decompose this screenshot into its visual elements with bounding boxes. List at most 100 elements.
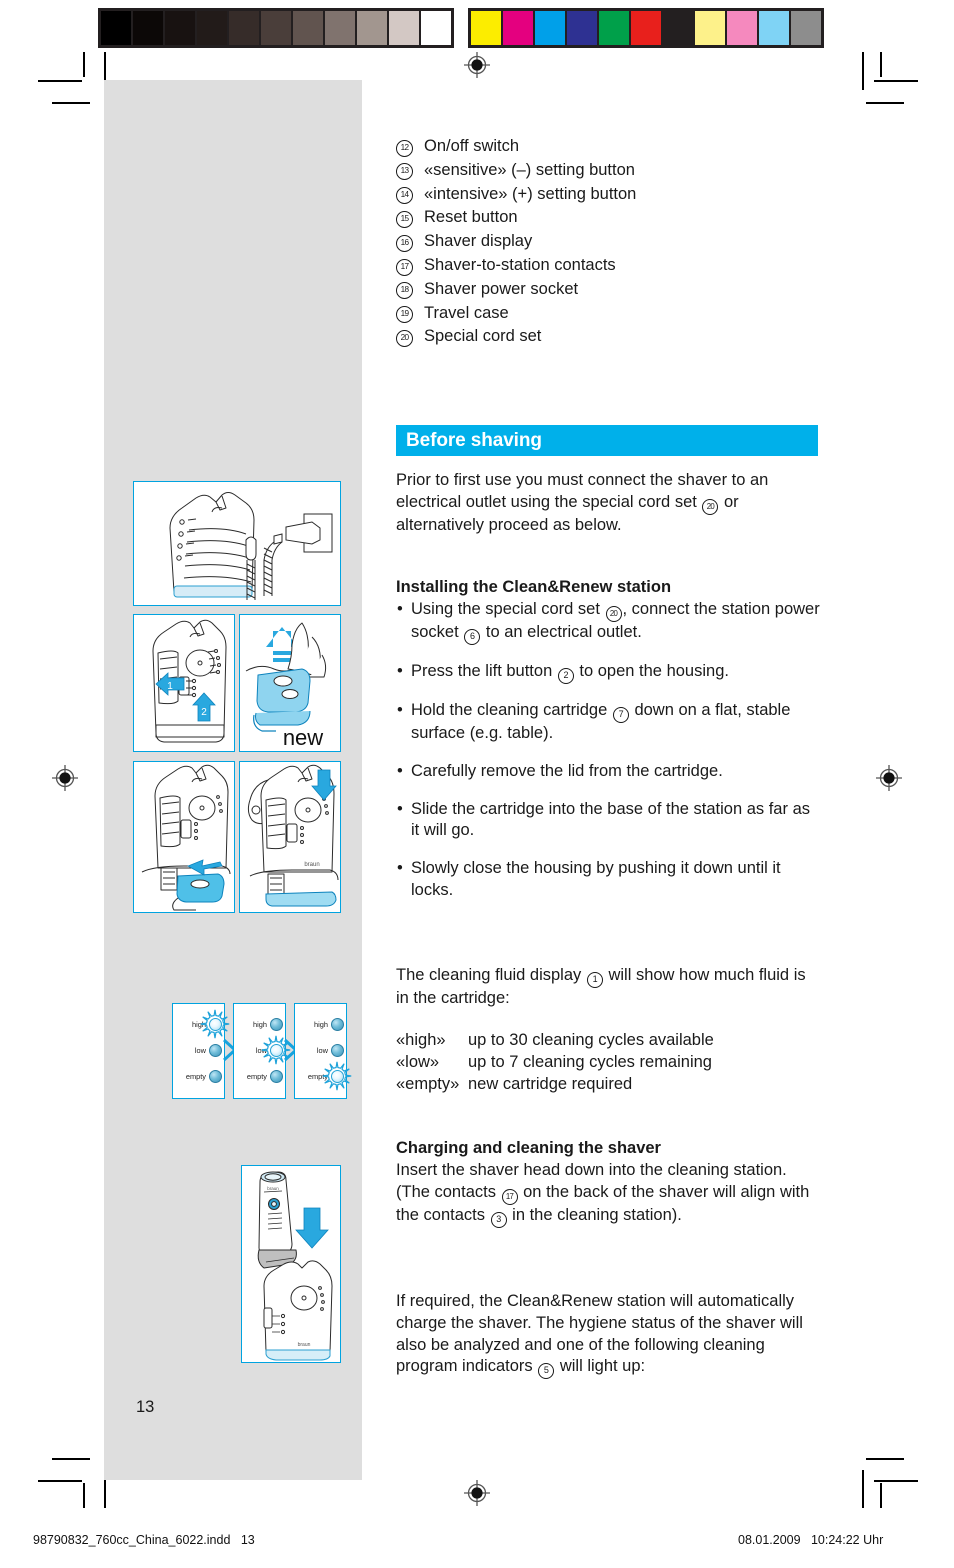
illustration-remove-lid: new <box>239 614 341 752</box>
footer-timestamp: 08.01.2009 10:24:22 Uhr <box>738 1533 884 1547</box>
ref-1-icon: 1 <box>586 972 603 988</box>
fluid-text-a: The cleaning fluid display <box>396 966 586 984</box>
fluid-level-value: new cartridge required <box>468 1074 633 1093</box>
part-label: Reset button <box>424 208 518 227</box>
ref-2-icon: 2 <box>557 668 574 684</box>
fluid-level-indicator-set: high low empty high low empty high low empty <box>172 1003 352 1099</box>
part-number-badge: 18 <box>396 281 424 303</box>
print-calibration-colorbar <box>98 8 858 48</box>
part-label: «intensive» (+) setting button <box>424 184 637 203</box>
cartridge-new-label: new <box>283 725 323 750</box>
crop-mark-bottom-left-v2 <box>83 1483 85 1508</box>
part-number-badge: 14 <box>396 186 424 208</box>
grayscale-patch-2 <box>165 11 195 45</box>
indicator-label-empty: empty <box>185 1072 206 1081</box>
part-number-badge: 12 <box>396 138 424 160</box>
insert-shaver-drawing: braun braun <box>257 1171 333 1361</box>
grayscale-patch-4 <box>229 11 259 45</box>
step-text: to open the housing. <box>574 662 729 680</box>
part-label: Travel case <box>424 303 509 322</box>
step-text: Carefully remove the lid from the cartri… <box>411 761 723 780</box>
grayscale-patch-5 <box>261 11 291 45</box>
circled-number-icon: 18 <box>396 282 413 300</box>
illustration-open-housing: 1 2 <box>133 614 235 752</box>
fluid-level-key: «empty» <box>396 1074 460 1093</box>
step-text: Hold the cleaning cartridge <box>411 701 612 719</box>
circled-number-icon: 12 <box>396 139 413 157</box>
crop-mark-top-left-v2 <box>83 52 85 77</box>
ref-5-icon: 5 <box>538 1363 555 1380</box>
ref-17-icon: 17 <box>501 1188 518 1205</box>
color-patch-1 <box>503 11 533 45</box>
registration-mark-bottom <box>464 1480 490 1506</box>
intro-paragraph: Prior to first use you must connect the … <box>396 470 820 537</box>
part-item-15: 15 Reset button <box>396 207 826 231</box>
part-item-14: 14 «intensive» (+) setting button <box>396 184 826 208</box>
install-step-5: Slide the cartridge into the base of the… <box>396 799 822 843</box>
led-glow-icon <box>322 1061 352 1091</box>
part-number-badge: 19 <box>396 305 424 327</box>
color-patch-9 <box>759 11 789 45</box>
manual-page: 1 2 new braun high low empty high low em… <box>104 80 864 1480</box>
indicator-led-high <box>270 1018 283 1031</box>
installing-heading: Installing the Clean&Renew station <box>396 578 672 596</box>
ref-3-icon: 3 <box>490 1211 507 1228</box>
brand-mark: braun <box>304 862 319 868</box>
part-label: Shaver display <box>424 232 533 251</box>
registration-mark-left <box>52 765 78 791</box>
part-label: On/off switch <box>424 137 520 155</box>
step-text: Press the lift button <box>411 662 557 680</box>
crop-mark-bottom-right-h2 <box>866 1458 904 1460</box>
color-patch-5 <box>631 11 661 45</box>
illustration-slide-cartridge <box>133 761 235 913</box>
circled-number-icon: 20 <box>396 329 413 347</box>
install-step-4: Carefully remove the lid from the cartri… <box>396 761 822 783</box>
charging-text-c: in the cleaning station). <box>507 1205 682 1224</box>
charging-paragraph-1: Insert the shaver head down into the cle… <box>396 1160 820 1228</box>
part-label: «sensitive» (–) setting button <box>424 160 635 179</box>
part-number-badge: 20 <box>396 328 424 350</box>
step-marker-2: 2 <box>201 707 207 718</box>
step-text: to an electrical outlet. <box>481 623 642 641</box>
indicator-led-empty <box>270 1070 283 1083</box>
fluid-level-table: «high» up to 30 cleaning cycles available… <box>396 1030 714 1095</box>
install-step-2: Press the lift button 2 to open the hous… <box>396 661 822 684</box>
fluid-level-value: up to 30 cleaning cycles available <box>468 1031 714 1049</box>
color-patch-10 <box>791 11 821 45</box>
indicator-label-empty: empty <box>246 1072 267 1081</box>
crop-mark-top-left-h <box>38 80 82 82</box>
indicator-led-low <box>331 1044 344 1057</box>
crop-mark-bottom-left-h <box>38 1480 82 1482</box>
color-patch-8 <box>727 11 757 45</box>
part-label: Special cord set <box>424 327 542 346</box>
grayscale-patch-7 <box>325 11 355 45</box>
part-number-badge: 15 <box>396 209 424 231</box>
registration-mark-right <box>876 765 902 791</box>
install-step-3: Hold the cleaning cartridge 7 down on a … <box>396 700 822 745</box>
color-patch-2 <box>535 11 565 45</box>
parts-legend-list: 12 On/off switch 13 «sensitive» (–) setting… <box>396 136 826 350</box>
slide-cartridge-drawing <box>141 764 231 911</box>
step-text: Using the special cord set <box>411 600 605 618</box>
grayscale-patch-8 <box>357 11 387 45</box>
part-item-18: 18 Shaver power socket <box>396 279 826 303</box>
indicator-led-empty <box>209 1070 222 1083</box>
install-step-6: Slowly close the housing by pushing it d… <box>396 858 822 902</box>
ref-20-icon: 20 <box>702 498 719 515</box>
indicator-label-high: high <box>314 1020 328 1029</box>
part-number-badge: 16 <box>396 233 424 255</box>
color-patch-6 <box>663 11 693 45</box>
crop-mark-top-right-h2 <box>866 102 904 104</box>
grayscale-patch-1 <box>133 11 163 45</box>
fluid-level-row: «empty» new cartridge required <box>396 1074 714 1096</box>
charging2-text-b: will light up: <box>555 1357 646 1376</box>
crop-mark-top-right-v2 <box>880 52 882 77</box>
install-step-1: Using the special cord set 20, connect t… <box>396 599 822 645</box>
fluid-indicator-panel-empty: high low empty <box>294 1003 352 1099</box>
circled-number-icon: 19 <box>396 306 413 324</box>
step-text: Slowly close the housing by pushing it d… <box>411 859 781 899</box>
grayscale-patch-3 <box>197 11 227 45</box>
crop-mark-top-right-h <box>874 80 918 82</box>
ref-6-icon: 6 <box>464 629 481 645</box>
charging-paragraph-2: If required, the Clean&Renew station wil… <box>396 1291 820 1380</box>
